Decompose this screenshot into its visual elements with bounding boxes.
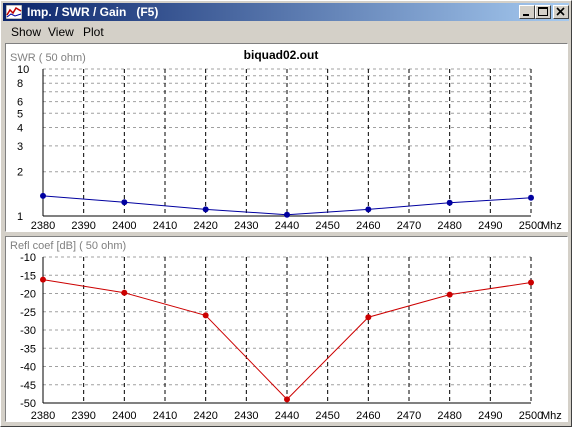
window-title: Imp. / SWR / Gain (F5): [27, 5, 159, 19]
x-tick-label: 2380: [31, 220, 55, 231]
data-point: [446, 291, 453, 298]
x-tick-label: 2440: [275, 410, 299, 421]
y-tick-label: 5: [17, 108, 23, 120]
x-tick-label: 2420: [193, 220, 217, 231]
x-tick-label: 2410: [153, 220, 177, 231]
data-point: [528, 279, 534, 286]
data-point: [284, 396, 290, 403]
x-tick-label: 2430: [234, 220, 258, 231]
x-tick-label: 2400: [112, 410, 136, 421]
chart-icon: [6, 5, 22, 19]
app-window: Imp. / SWR / Gain (F5) Show View Plot 12…: [0, 0, 572, 427]
y-tick-label: 3: [17, 141, 23, 153]
data-point: [365, 206, 372, 213]
x-tick-label: 2450: [315, 220, 339, 231]
x-tick-label: 2440: [275, 220, 299, 231]
swr-chart: 1 2 3 4 56 8 10 2380 2390 2400 2410 2420 2430 2440 245…: [10, 48, 562, 232]
menu-plot[interactable]: Plot: [83, 25, 104, 39]
x-tick-label: 2390: [71, 410, 95, 421]
y-axis-label: SWR ( 50 ohm): [10, 52, 86, 64]
x-unit-label: Mhz: [541, 410, 562, 421]
menu-bar: Show View Plot: [3, 22, 569, 41]
chart-title: biquad02.out: [244, 48, 319, 62]
x-tick-label: 2390: [71, 220, 95, 231]
y-tick-label: -50: [20, 398, 36, 410]
data-point: [446, 199, 453, 206]
y-tick-label: -15: [20, 270, 36, 282]
data-point: [365, 314, 372, 321]
x-tick-label: 2460: [356, 220, 380, 231]
y-tick-label: -10: [20, 252, 36, 264]
maximize-icon: [538, 7, 548, 16]
x-tick-label: 2490: [478, 410, 502, 421]
close-button[interactable]: [553, 5, 569, 19]
menu-view[interactable]: View: [48, 25, 74, 39]
x-tick-label: 2430: [234, 410, 258, 421]
title-bar[interactable]: Imp. / SWR / Gain (F5): [3, 3, 569, 21]
y-axis-label: Refl coef [dB] ( 50 ohm): [10, 240, 126, 252]
data-point: [121, 199, 128, 206]
data-point: [121, 289, 128, 296]
minimize-button[interactable]: [519, 5, 535, 19]
y-tick-label: 1: [17, 211, 23, 223]
y-tick-label: -45: [20, 380, 36, 392]
x-tick-label: 2460: [356, 410, 380, 421]
x-tick-label: 2500: [519, 410, 543, 421]
data-point: [202, 206, 209, 213]
x-tick-label: 2480: [437, 220, 461, 231]
data-point: [40, 276, 46, 283]
y-tick-label: -40: [20, 362, 36, 374]
x-tick-label: 2450: [315, 410, 339, 421]
y-tick-label: -20: [20, 289, 36, 301]
x-tick-label: 2470: [397, 220, 421, 231]
x-tick-label: 2380: [31, 410, 55, 421]
x-tick-label: 2400: [112, 220, 136, 231]
swr-chart-panel: 1 2 3 4 5 6 8 10 2380 2390 2400 2410 2420 2430 2440 245…: [5, 43, 568, 232]
menu-show[interactable]: Show: [11, 25, 41, 39]
x-tick-label: 2410: [153, 410, 177, 421]
series-line: [42, 279, 532, 401]
data-point: [40, 192, 46, 199]
data-point: [202, 312, 209, 319]
y-tick-label: -25: [20, 307, 36, 319]
maximize-button[interactable]: [535, 5, 551, 19]
x-tick-label: 2420: [193, 410, 217, 421]
minimize-icon: [523, 14, 529, 16]
x-tick-label: 2480: [437, 410, 461, 421]
data-point: [284, 211, 290, 218]
refl-chart-panel: -10 -15 -20 -25 -30 -35 -40 -45 -50 2380 2390 2400 2…: [5, 236, 568, 422]
x-unit-label: Mhz: [541, 220, 562, 231]
y-tick-label: 6: [17, 97, 23, 109]
data-point: [528, 194, 534, 201]
x-tick-label: 2490: [478, 220, 502, 231]
refl-chart: -10 -15 -20 -25 -30 -35 -40 -45 -502380 2390 2400 2…: [10, 240, 562, 422]
close-icon: [556, 7, 565, 16]
y-tick-label: 10: [17, 64, 29, 76]
y-tick-label: -30: [20, 325, 36, 337]
y-tick-label: 2: [17, 167, 23, 179]
x-tick-label: 2500: [519, 220, 543, 231]
y-tick-label: -35: [20, 343, 36, 355]
y-tick-label: 8: [17, 78, 23, 90]
y-tick-label: 4: [17, 122, 23, 134]
x-tick-label: 2470: [397, 410, 421, 421]
